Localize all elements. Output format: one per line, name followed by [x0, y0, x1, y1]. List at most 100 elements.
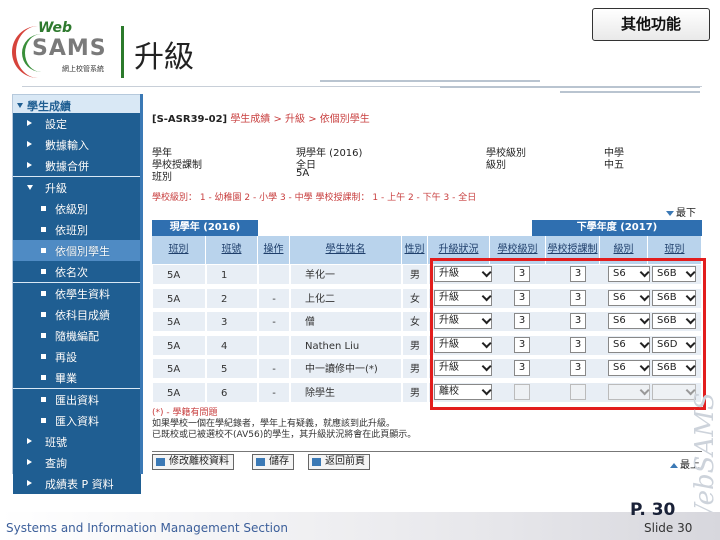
top-stripes — [300, 80, 700, 98]
sidebar-item-label: 數據輸入 — [45, 139, 89, 153]
breadcrumb: [S-ASR39-02] 學生成績 > 升級 > 依個別學生 — [152, 110, 370, 125]
sidebar-item[interactable]: 數據輸入 — [13, 134, 141, 156]
column-header[interactable]: 性別 — [402, 236, 428, 264]
next-year-header: 下學年度 (2017) — [532, 220, 702, 236]
breadcrumb-path[interactable]: 學生成績 > 升級 > 依個別學生 — [230, 114, 369, 125]
table-cell: 2 — [206, 287, 258, 309]
info-row: 班別 5A — [152, 168, 702, 183]
current-year-header: 現學年 (2016) — [152, 220, 258, 236]
sidebar-item-label: 成績表 P 資料 — [45, 478, 114, 492]
sidebar-item[interactable]: 依學生資料 — [13, 282, 141, 304]
sidebar-item-label: 依班別 — [55, 224, 88, 237]
sidebar-item[interactable]: 再設 — [13, 346, 141, 368]
note-line: 已既校或已被選校不(AV56)的學生，其升級狀況將會在此頁顯示。 — [152, 430, 417, 440]
bullet-icon — [41, 333, 46, 338]
column-header[interactable]: 學生姓名 — [290, 236, 402, 264]
jump-bottom-link[interactable]: 最下 — [666, 204, 696, 219]
save-label: 儲存 — [269, 456, 289, 467]
sidebar-item[interactable]: 設定 — [13, 113, 141, 134]
logo-sams-text: SAMS — [32, 36, 107, 61]
logo-web-text: Web — [38, 20, 73, 36]
table-cell: 女 — [402, 287, 428, 309]
bullet-icon — [41, 375, 46, 381]
other-functions-button[interactable]: 其他功能 — [592, 8, 710, 41]
chevron-right-icon — [27, 141, 32, 148]
sidebar-item[interactable]: 隨機編配 — [13, 325, 141, 346]
sidebar-item[interactable]: 依名次 — [13, 261, 141, 283]
sidebar-item-label: 匯出資料 — [55, 393, 99, 407]
note-line: 如果學校一個在學紀錄者，學年上有疑義，就應該到此升級。 — [152, 419, 396, 429]
watermark: WebSAMS — [690, 392, 720, 530]
sidebar-item[interactable]: 升級 — [13, 176, 141, 198]
table-cell: 5A — [152, 287, 206, 309]
save-button[interactable]: 儲存 — [252, 454, 294, 470]
table-cell: 中一讀修中一(*) — [290, 358, 402, 379]
sidebar: 學生成績 設定數據輸入數據合併升級依級別依班別依個別學生依名次依學生資料依科目成… — [12, 94, 142, 495]
sidebar-item[interactable]: 查詢 — [13, 452, 141, 474]
bullet-icon — [41, 396, 46, 402]
sidebar-item-label: 設定 — [45, 118, 67, 131]
table-cell: 3 — [206, 311, 258, 332]
table-cell: 男 — [402, 358, 428, 379]
table-cell — [258, 264, 290, 285]
bullet-icon — [41, 311, 46, 317]
table-cell: - — [258, 287, 290, 309]
bottom-rule — [152, 451, 702, 452]
sidebar-top-label[interactable]: 學生成績 — [27, 98, 71, 114]
table-cell: 除學生 — [290, 381, 402, 403]
sidebar-item-label: 依名次 — [55, 266, 88, 280]
chevron-right-icon — [27, 438, 32, 444]
note-asterisk: (*) - 學籍有問題 — [152, 408, 218, 418]
sidebar-item-label: 班號 — [45, 436, 67, 449]
chevron-right-icon — [27, 120, 32, 126]
table-cell: 5 — [206, 358, 258, 379]
sidebar-item[interactable]: 依科目成績 — [13, 303, 141, 325]
sidebar-item[interactable]: 畢業 — [13, 367, 141, 389]
table-cell: 5A — [152, 381, 206, 403]
table-cell: 4 — [206, 334, 258, 356]
table-cell: 僧 — [290, 311, 402, 332]
logo-subtitle: 網上校管系統 — [62, 65, 104, 73]
sidebar-item-label: 依級別 — [55, 202, 88, 216]
sidebar-item-label: 數據合併 — [45, 160, 89, 174]
chevron-right-icon — [27, 459, 32, 466]
info-row: 學校授課制 全日 級別 中五 — [152, 156, 702, 171]
table-cell: - — [258, 311, 290, 332]
table-cell: 男 — [402, 264, 428, 285]
sidebar-item[interactable]: 班號 — [13, 431, 141, 452]
edit-icon — [156, 458, 165, 466]
function-code: [S-ASR39-02] — [152, 114, 228, 125]
sidebar-item[interactable]: 依班別 — [13, 219, 141, 240]
sidebar-item-label: 畢業 — [55, 372, 77, 386]
table-cell: 羊化一 — [290, 264, 402, 285]
table-cell: 女 — [402, 311, 428, 332]
column-header[interactable]: 班號 — [206, 236, 258, 264]
stripe — [320, 80, 540, 82]
info-label: 班別 — [152, 172, 172, 183]
column-header[interactable]: 操作 — [258, 236, 290, 264]
highlight-frame — [430, 258, 706, 410]
bullet-icon — [41, 205, 46, 211]
sidebar-item[interactable]: 依個別學生 — [13, 240, 141, 262]
table-cell: - — [258, 381, 290, 403]
sidebar-item[interactable]: 數據合併 — [13, 155, 141, 177]
column-header[interactable]: 班別 — [152, 236, 206, 264]
info-row: 學年 現學年 (2016) 學校級別 中學 — [152, 144, 702, 159]
sidebar-scrollbar[interactable] — [140, 94, 143, 474]
sidebar-item[interactable]: 依級別 — [13, 197, 141, 219]
jump-bottom-label: 最下 — [676, 208, 696, 219]
bullet-icon — [41, 269, 46, 275]
bullet-icon — [41, 290, 46, 296]
sidebar-item-label: 依科目成績 — [55, 308, 110, 322]
sidebar-item[interactable]: 成績表 P 資料 — [13, 473, 141, 495]
bullet-icon — [41, 248, 46, 254]
chevron-right-icon — [27, 162, 32, 169]
header-divider — [121, 26, 124, 78]
sidebar-item[interactable]: 匯出資料 — [13, 388, 141, 410]
edit-leaving-button[interactable]: 修改離校資料 — [152, 454, 234, 470]
back-button[interactable]: 返回前頁 — [308, 454, 370, 470]
chevron-down-icon — [27, 184, 33, 190]
table-cell: 5A — [152, 264, 206, 285]
table-cell: 1 — [206, 264, 258, 285]
sidebar-item[interactable]: 匯入資料 — [13, 409, 141, 431]
